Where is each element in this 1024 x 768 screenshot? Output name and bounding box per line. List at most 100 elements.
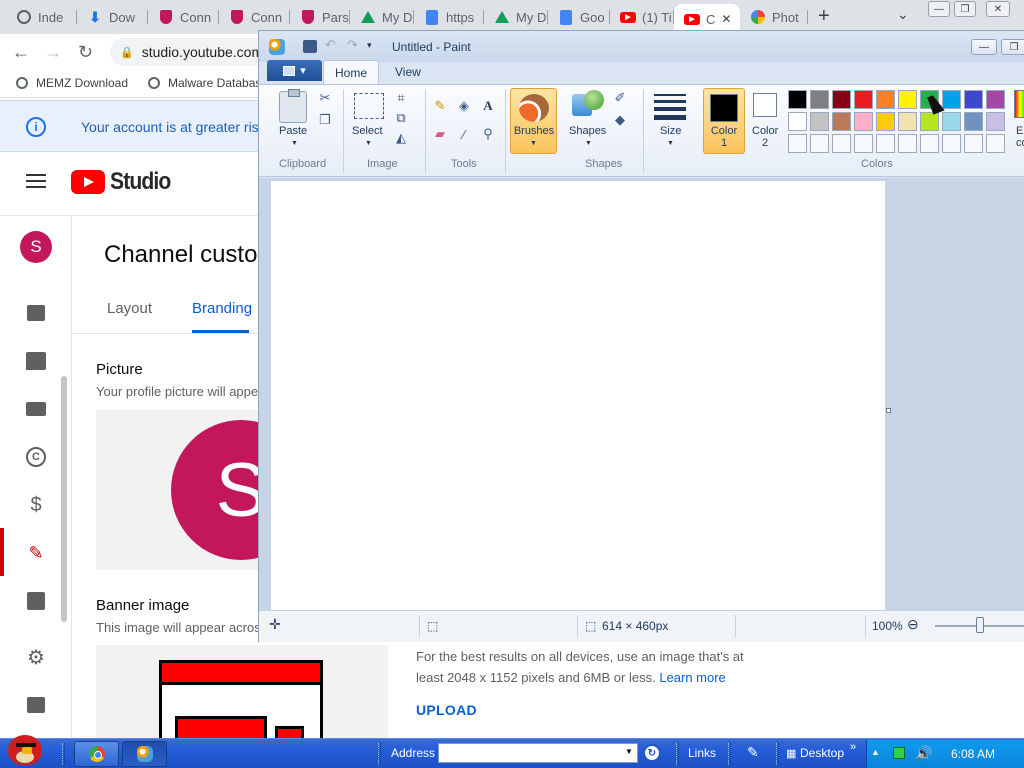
shapes-button[interactable]: Shapes <box>569 125 606 137</box>
size-icon[interactable] <box>654 94 686 124</box>
volume-icon[interactable]: 🔊 <box>915 745 932 762</box>
links-toolbar[interactable]: Links <box>688 746 716 760</box>
palette-swatch[interactable] <box>942 112 961 131</box>
paste-dropdown-icon[interactable]: ▼ <box>291 140 298 147</box>
palette-swatch[interactable] <box>788 112 807 131</box>
channel-avatar[interactable]: S <box>20 231 52 263</box>
browser-tab[interactable]: Goo <box>548 4 610 30</box>
shapes-dropdown-icon[interactable]: ▼ <box>585 140 592 147</box>
palette-custom-swatch[interactable] <box>810 134 829 153</box>
zoom-out-icon[interactable]: ⊖ <box>907 616 919 633</box>
taskbar-paint-button[interactable] <box>122 741 167 767</box>
desktop-toolbar[interactable]: Desktop <box>800 746 844 760</box>
fill-icon[interactable]: ◈ <box>455 97 473 115</box>
tab-view[interactable]: View <box>395 65 421 79</box>
palette-custom-swatch[interactable] <box>942 134 961 153</box>
rail-scrollbar[interactable] <box>61 376 67 622</box>
browser-tab[interactable]: https <box>414 4 484 30</box>
customize-qat-icon[interactable]: ▾ <box>367 40 381 53</box>
palette-swatch[interactable] <box>832 112 851 131</box>
shape-fill-icon[interactable]: ◆ <box>611 111 629 129</box>
browser-close-button[interactable]: ✕ <box>986 1 1010 17</box>
brushes-button[interactable]: Brushes ▼ <box>510 88 557 154</box>
paint-minimize-button[interactable]: — <box>971 39 997 55</box>
palette-swatch[interactable] <box>876 90 895 109</box>
color1-button[interactable]: Color 1 <box>703 88 745 154</box>
settings-icon[interactable]: ⚙ <box>25 646 47 669</box>
palette-custom-swatch[interactable] <box>898 134 917 153</box>
taskbar-chrome-button[interactable] <box>74 741 119 767</box>
edit-colors-icon[interactable] <box>1014 90 1024 118</box>
paint-maximize-button[interactable]: ❐ <box>1001 39 1024 55</box>
clock[interactable]: 6:08 AM <box>951 747 995 761</box>
paste-icon[interactable] <box>279 89 307 123</box>
subtitles-icon[interactable] <box>25 398 47 420</box>
youtube-logo-icon[interactable] <box>71 170 105 194</box>
resize-icon[interactable]: ⧉ <box>392 109 410 127</box>
address-bar[interactable]: 🔒 studio.youtube.com <box>110 38 280 66</box>
size-dropdown-icon[interactable]: ▼ <box>667 140 674 147</box>
palette-swatch[interactable] <box>832 90 851 109</box>
copy-icon[interactable]: ❐ <box>316 111 334 129</box>
color2-button[interactable]: Color 2 <box>752 125 778 149</box>
rotate-icon[interactable]: ◭ <box>392 129 410 147</box>
upload-banner-button[interactable]: UPLOAD <box>416 702 477 718</box>
size-button[interactable]: Size <box>660 125 681 137</box>
edit-colors-button[interactable]: Eco <box>1016 125 1024 149</box>
palette-custom-swatch[interactable] <box>986 134 1005 153</box>
taskbar-address-input[interactable] <box>438 743 638 763</box>
palette-custom-swatch[interactable] <box>788 134 807 153</box>
network-icon[interactable] <box>893 747 905 759</box>
color2-swatch[interactable] <box>753 93 777 117</box>
redo-icon[interactable]: ↷ <box>347 37 361 52</box>
palette-swatch[interactable] <box>986 112 1005 131</box>
browser-tab[interactable]: Conn <box>148 4 219 30</box>
text-icon[interactable]: A <box>479 97 497 115</box>
palette-swatch[interactable] <box>942 90 961 109</box>
browser-tab[interactable]: Pars <box>290 4 350 30</box>
tab-home[interactable]: Home <box>323 60 379 84</box>
comments-icon[interactable] <box>25 350 47 372</box>
dashboard-icon[interactable] <box>25 302 47 324</box>
bookmark-malware-db[interactable]: Malware Databas <box>148 76 261 90</box>
outline-icon[interactable]: ✐ <box>611 89 629 107</box>
palette-custom-swatch[interactable] <box>876 134 895 153</box>
paint-file-menu-button[interactable]: ▾ <box>267 60 322 81</box>
paint-title-bar[interactable]: ↶ ↷ ▾ Untitled - Paint — ❐ <box>259 31 1024 62</box>
browser-tab[interactable]: My D <box>484 4 548 30</box>
desktop-icon[interactable]: ▦ <box>786 747 796 760</box>
browser-tab[interactable]: Phot <box>740 4 808 30</box>
palette-swatch[interactable] <box>898 90 917 109</box>
browser-tab[interactable]: Conn <box>219 4 290 30</box>
bookmark-memz[interactable]: MEMZ Download <box>16 76 128 90</box>
select-button[interactable]: Select <box>352 125 383 137</box>
palette-swatch[interactable] <box>788 90 807 109</box>
drawing-canvas[interactable] <box>271 181 885 610</box>
reload-button[interactable]: ↻ <box>78 42 93 63</box>
forward-button[interactable]: → <box>44 42 62 63</box>
pencil-icon[interactable]: ✎ <box>431 97 449 115</box>
menu-icon[interactable] <box>26 174 46 188</box>
browser-tab[interactable]: ⬇ Dow <box>77 4 148 30</box>
new-tab-button[interactable]: + <box>818 5 830 28</box>
paste-button[interactable]: Paste <box>279 125 307 137</box>
canvas-resize-handle[interactable] <box>886 408 891 413</box>
browser-tab[interactable]: ▶ (1) Ti <box>610 4 674 30</box>
palette-swatch[interactable] <box>854 112 873 131</box>
save-icon[interactable] <box>303 40 317 53</box>
palette-swatch[interactable] <box>810 90 829 109</box>
show-hidden-icons[interactable]: ▲ <box>871 747 880 757</box>
back-button[interactable]: ← <box>12 42 30 63</box>
palette-custom-swatch[interactable] <box>920 134 939 153</box>
address-go-icon[interactable]: ↻ <box>643 744 661 762</box>
palette-custom-swatch[interactable] <box>964 134 983 153</box>
undo-icon[interactable]: ↶ <box>325 37 339 52</box>
eraser-icon[interactable]: ▰ <box>431 125 449 143</box>
shapes-icon[interactable] <box>572 90 604 120</box>
toolbar-expand-icon[interactable]: » <box>850 741 856 753</box>
palette-custom-swatch[interactable] <box>854 134 873 153</box>
magnifier-icon[interactable]: ⚲ <box>479 125 497 143</box>
tab-search-button[interactable]: ⌄ <box>897 6 909 23</box>
browser-maximize-button[interactable]: ❐ <box>954 1 976 17</box>
crop-icon[interactable]: ⌗ <box>392 89 410 107</box>
